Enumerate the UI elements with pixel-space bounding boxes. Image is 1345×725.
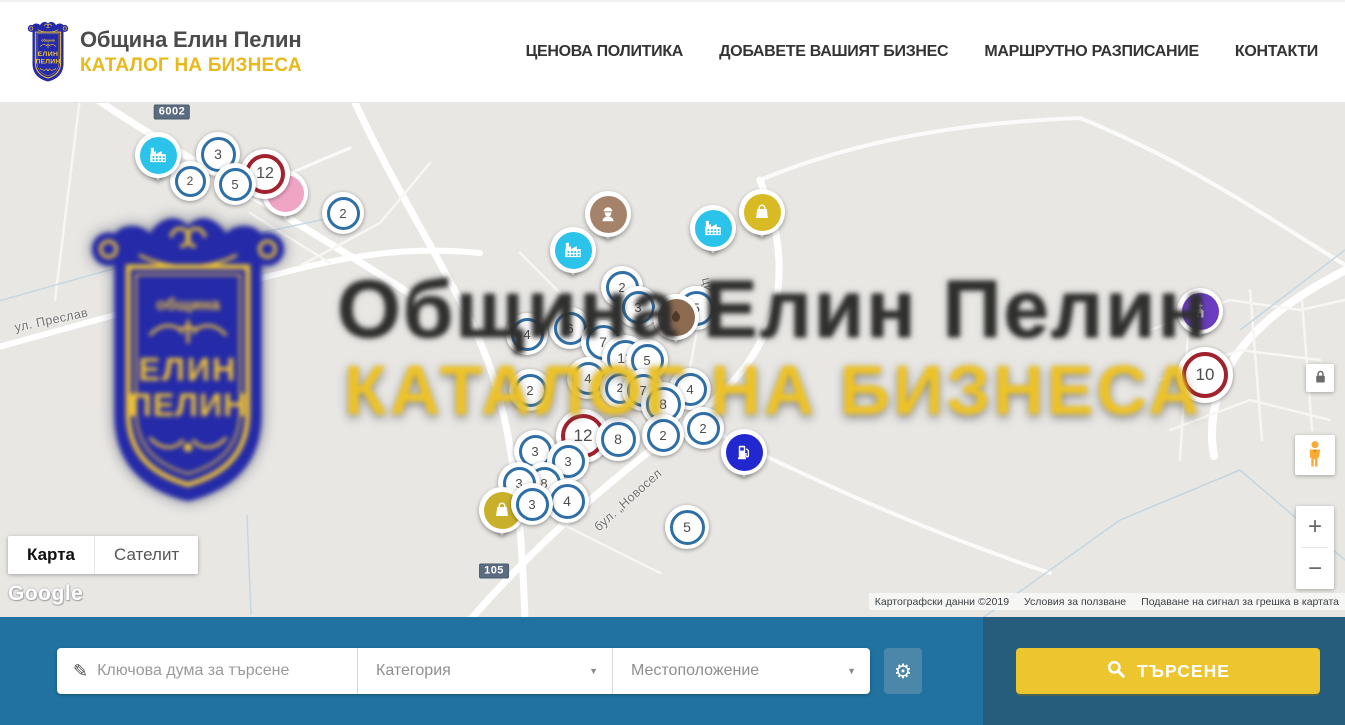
cluster-count: 3 [531, 444, 538, 459]
map-canvas[interactable]: 6002105 ул. Преславбул. „Новоселци 31225… [0, 103, 1345, 617]
cluster-count: 2 [699, 421, 706, 436]
cluster-marker[interactable]: 2 [642, 414, 684, 456]
cluster-marker[interactable]: 5 [214, 163, 256, 205]
marker-pin-factory[interactable] [135, 132, 181, 178]
cluster-marker[interactable]: 10 [1177, 347, 1233, 403]
svg-text:ПЕЛИН: ПЕЛИН [35, 59, 60, 66]
marker-pin-bag[interactable] [739, 189, 785, 235]
map-type-control: КартаСателит [8, 536, 198, 574]
svg-text:община: община [41, 38, 55, 42]
cluster-count: 4 [563, 493, 571, 509]
marker-pin-factory[interactable] [690, 205, 736, 251]
factory-icon [695, 210, 732, 247]
cluster-marker[interactable]: 2 [322, 192, 364, 234]
attribution-link[interactable]: Подаване на сигнал за грешка в картата [1141, 596, 1339, 608]
lock-button[interactable] [1306, 364, 1334, 392]
location-select-value: Местоположение [631, 662, 759, 680]
chevron-down-icon: ▼ [847, 666, 856, 676]
nav-item-add-business[interactable]: ДОБАВЕТЕ ВАШИЯТ БИЗНЕС [719, 43, 948, 61]
factory-icon [555, 232, 592, 269]
brand-subtitle: КАТАЛОГ НА БИЗНЕСА [80, 55, 302, 77]
cluster-count: 8 [659, 396, 667, 412]
cluster-count: 2 [187, 174, 194, 188]
site-header: община ЕЛИН ПЕЛИН Община Елин Пелин КАТА… [0, 0, 1345, 103]
search-button-label: ТЪРСЕНЕ [1137, 661, 1230, 682]
map-attribution: Картографски данни ©2019 Условия за ползв… [869, 593, 1345, 610]
marker-pin-factory[interactable] [550, 227, 596, 273]
factory-icon [140, 137, 177, 174]
marker-pin-fuel[interactable] [721, 429, 767, 475]
search-bar: ✎ Категория ▼ Местоположение ▼ ⚙ ТЪРСЕНЕ [0, 617, 1345, 725]
cluster-count: 6 [566, 321, 573, 336]
cluster-marker[interactable]: 3 [511, 483, 553, 525]
cluster-count: 8 [614, 431, 622, 447]
svg-text:ЕЛИН: ЕЛИН [38, 51, 59, 58]
main-nav: ЦЕНОВА ПОЛИТИКА ДОБАВЕТЕ ВАШИЯТ БИЗНЕС МАР… [526, 43, 1320, 61]
cluster-count: 10 [1196, 365, 1215, 385]
padlock-icon [1314, 369, 1327, 387]
bag-icon [744, 194, 781, 231]
maptype-map-button[interactable]: Карта [8, 536, 94, 574]
cluster-marker[interactable]: 4 [506, 313, 548, 355]
category-select-value: Категория [376, 662, 451, 680]
gear-icon: ⚙ [894, 659, 912, 684]
attribution-link[interactable]: Условия за ползване [1024, 596, 1126, 608]
cluster-count: 5 [231, 177, 238, 192]
location-select[interactable]: Местоположение ▼ [612, 648, 870, 694]
advanced-search-button[interactable]: ⚙ [884, 648, 922, 694]
municipality-crest-logo: община ЕЛИН ПЕЛИН [25, 21, 71, 83]
google-logo[interactable]: Google [8, 582, 83, 606]
cluster-count: 5 [643, 353, 650, 368]
brand-title: Община Елин Пелин [80, 27, 302, 53]
pencil-icon: ✎ [73, 661, 88, 682]
search-submit-button[interactable]: ТЪРСЕНЕ [1016, 648, 1320, 694]
cluster-count: 2 [526, 383, 533, 398]
chevron-down-icon: ▼ [589, 666, 598, 676]
marker-pin-flame[interactable] [653, 294, 699, 340]
nav-item-route-schedule[interactable]: МАРШРУТНО РАЗПИСАНИЕ [984, 43, 1199, 61]
cluster-count: 5 [683, 519, 691, 535]
marker-layer: 31225223564713542274822128338343510 [0, 103, 1345, 617]
category-select[interactable]: Категория ▼ [357, 648, 612, 694]
keyword-field[interactable]: ✎ [57, 648, 357, 694]
street-view-pegman[interactable] [1295, 435, 1335, 475]
zoom-out-button[interactable]: − [1296, 548, 1334, 589]
cluster-marker[interactable]: 5 [665, 505, 709, 549]
zoom-in-button[interactable]: + [1296, 506, 1334, 547]
fuel-icon [726, 434, 763, 471]
search-icon [1106, 659, 1126, 684]
marker-pin-church[interactable] [1177, 288, 1223, 334]
maptype-satellite-button[interactable]: Сателит [94, 536, 198, 574]
cluster-count: 4 [686, 382, 693, 397]
cluster-count: 4 [584, 371, 591, 386]
brand-text: Община Елин Пелин КАТАЛОГ НА БИЗНЕСА [80, 27, 302, 77]
page: община ЕЛИН ПЕЛИН Община Елин Пелин КАТА… [0, 0, 1345, 725]
church-icon [1182, 293, 1219, 330]
cluster-marker[interactable]: 8 [596, 417, 640, 461]
brand-home-link[interactable]: община ЕЛИН ПЕЛИН Община Елин Пелин КАТА… [25, 21, 302, 83]
flame-icon [658, 299, 695, 336]
cluster-count: 12 [256, 165, 274, 183]
nav-item-contacts[interactable]: КОНТАКТИ [1235, 43, 1318, 61]
zoom-control: + − [1296, 506, 1334, 589]
cluster-count: 3 [528, 497, 535, 512]
cluster-count: 2 [659, 428, 666, 443]
keyword-input[interactable] [97, 662, 317, 680]
cluster-marker[interactable]: 2 [682, 407, 724, 449]
search-field-group: ✎ Категория ▼ Местоположение ▼ [57, 648, 870, 694]
attribution-text: Картографски данни ©2019 [875, 596, 1009, 608]
cluster-count: 3 [214, 146, 222, 162]
cluster-count: 3 [564, 454, 571, 469]
nav-item-pricing[interactable]: ЦЕНОВА ПОЛИТИКА [526, 43, 684, 61]
cluster-marker[interactable]: 2 [509, 369, 551, 411]
cluster-count: 2 [339, 206, 346, 221]
cluster-count: 4 [523, 327, 530, 342]
cluster-count: 3 [634, 300, 641, 315]
pegman-icon [1304, 439, 1326, 472]
